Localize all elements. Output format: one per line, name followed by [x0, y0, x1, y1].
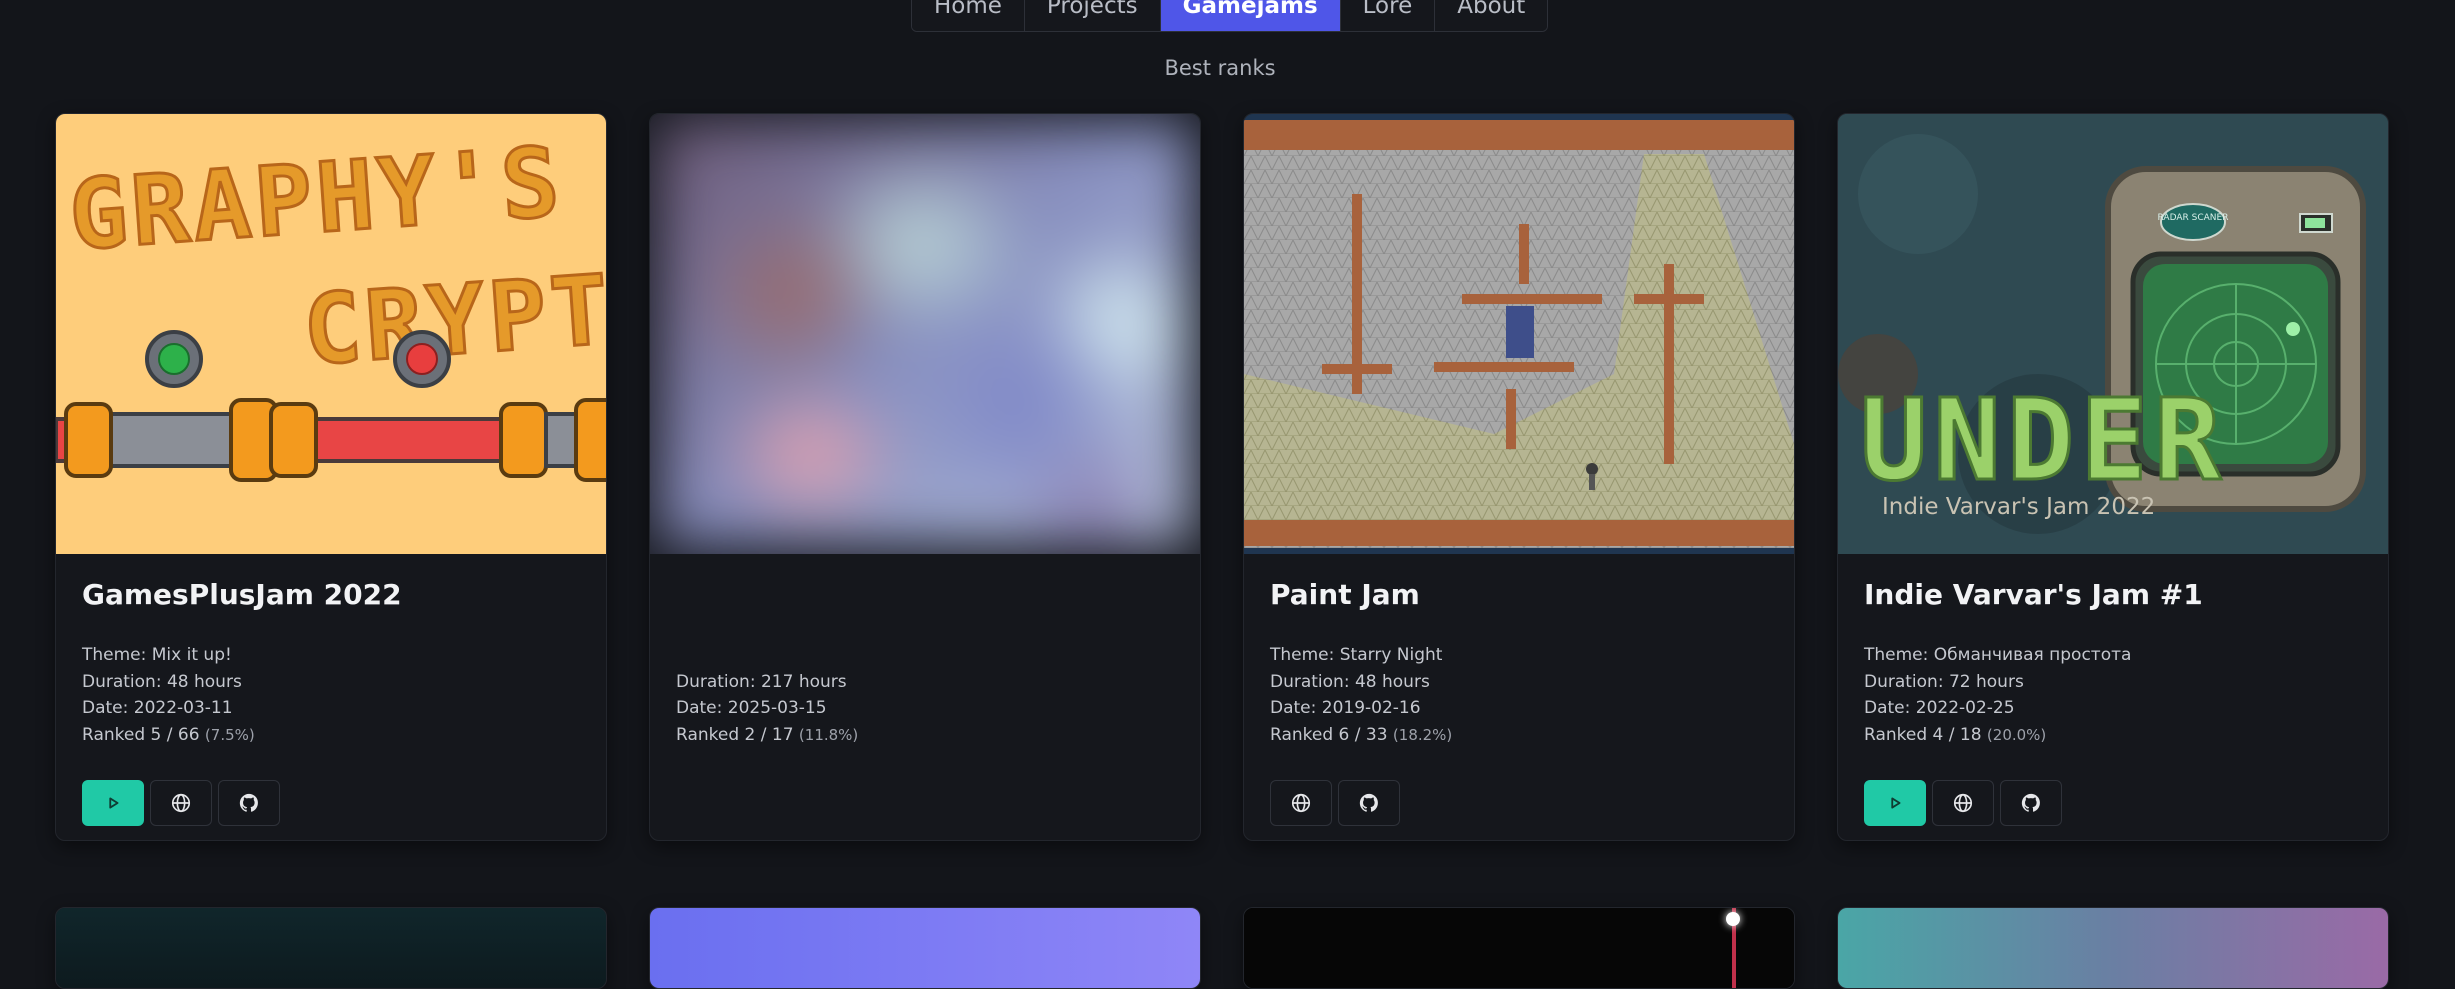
card-date: Date: 2025-03-15 [676, 698, 827, 718]
card-thumbnail[interactable] [1244, 114, 1794, 554]
card-theme: Theme: Mix it up! [82, 645, 232, 665]
play-button[interactable] [82, 780, 144, 826]
card-meta: Theme: Starry Night Duration: 48 hours D… [1270, 642, 1768, 752]
card-meta: Theme: Mix it up! Duration: 48 hours Dat… [82, 642, 580, 752]
nav-lore[interactable]: Lore [1340, 0, 1436, 31]
card-duration: Duration: 48 hours [1270, 671, 1430, 692]
card-thumbnail [56, 908, 606, 988]
card-date: Date: 2022-03-11 [82, 698, 233, 718]
card-thumbnail[interactable]: GRAPHY'S CRYPT [56, 114, 606, 554]
graphys-crypt-art: GRAPHY'S CRYPT [56, 124, 606, 482]
gamejam-card: Paint Jam Theme: Starry Night Duration: … [1243, 113, 1795, 841]
card-thumbnail [1838, 908, 2388, 988]
card-thumbnail[interactable]: RADAR SCANER UNDER Indie Varvar's Jam 20… [1838, 114, 2388, 554]
card-duration: Duration: 72 hours [1864, 671, 2024, 692]
thumb-subtitle: Indie Varvar's Jam 2022 [1882, 494, 2155, 520]
card-rank: Ranked 4 / 18 (20.0%) [1864, 724, 2047, 745]
website-button[interactable] [1270, 780, 1332, 826]
gamejam-card: GRAPHY'S CRYPT GamesPlusJam 2022 Theme: … [55, 113, 607, 841]
nav-projects[interactable]: Projects [1024, 0, 1161, 31]
card-rank: Ranked 6 / 33 (18.2%) [1270, 724, 1453, 745]
nav-about[interactable]: About [1435, 0, 1548, 31]
thumb-title: UNDER [1860, 376, 2227, 506]
github-icon [239, 793, 258, 812]
thumb-title-2: CRYPT [300, 254, 606, 387]
section-title: Best ranks [1164, 56, 1276, 80]
globe-icon [1291, 793, 1311, 813]
play-button[interactable] [1864, 780, 1926, 826]
thumb-title-1: GRAPHY'S [66, 126, 567, 272]
card-date: Date: 2022-02-25 [1864, 698, 2015, 718]
gamejam-card[interactable] [1243, 907, 1795, 989]
card-duration: Duration: 48 hours [82, 671, 242, 692]
card-thumbnail [650, 908, 1200, 988]
card-title: Indie Varvar's Jam #1 [1864, 578, 2203, 611]
paint-jam-art [1244, 120, 1794, 548]
card-date: Date: 2019-02-16 [1270, 698, 1421, 718]
gamejam-card: Duration: 217 hours Date: 2025-03-15 Ran… [649, 113, 1201, 841]
card-theme: Theme: Starry Night [1270, 645, 1443, 665]
gamejam-card[interactable] [1837, 907, 2389, 989]
card-duration: Duration: 217 hours [676, 671, 847, 692]
card-theme [676, 642, 1174, 669]
gamejam-card[interactable] [649, 907, 1201, 989]
card-buttons [1270, 780, 1768, 826]
play-icon [1891, 797, 1901, 809]
card-title: Paint Jam [1270, 578, 1420, 611]
card-meta: Theme: Обманчивая простота Duration: 72 … [1864, 642, 2362, 752]
blurred-thumbnail [660, 124, 1190, 544]
nav-gamejams[interactable]: Gamejams [1160, 0, 1341, 31]
play-icon [109, 797, 119, 809]
top-nav: Home Projects Gamejams Lore About [911, 0, 1549, 32]
github-button[interactable] [2000, 780, 2062, 826]
website-button[interactable] [150, 780, 212, 826]
card-meta: Duration: 217 hours Date: 2025-03-15 Ran… [676, 642, 1174, 752]
gamejam-card: RADAR SCANER UNDER Indie Varvar's Jam 20… [1837, 113, 2389, 841]
card-theme: Theme: Обманчивая простота [1864, 645, 2132, 665]
card-title: GamesPlusJam 2022 [82, 578, 402, 611]
website-button[interactable] [1932, 780, 1994, 826]
under-art: RADAR SCANER UNDER Indie Varvar's Jam 20… [1838, 114, 2388, 554]
github-button[interactable] [218, 780, 280, 826]
card-rank: Ranked 2 / 17 (11.8%) [676, 724, 859, 745]
github-button[interactable] [1338, 780, 1400, 826]
card-thumbnail[interactable] [650, 114, 1200, 554]
globe-icon [1953, 793, 1973, 813]
card-rank: Ranked 5 / 66 (7.5%) [82, 724, 255, 745]
nav-home[interactable]: Home [912, 0, 1025, 31]
card-thumbnail [1244, 908, 1794, 988]
github-icon [2021, 793, 2040, 812]
globe-icon [171, 793, 191, 813]
gamejam-card[interactable] [55, 907, 607, 989]
github-icon [1359, 793, 1378, 812]
device-label: RADAR SCANER [2158, 213, 2229, 223]
card-buttons [1864, 780, 2362, 826]
card-buttons [82, 780, 580, 826]
card-title [676, 578, 1174, 614]
